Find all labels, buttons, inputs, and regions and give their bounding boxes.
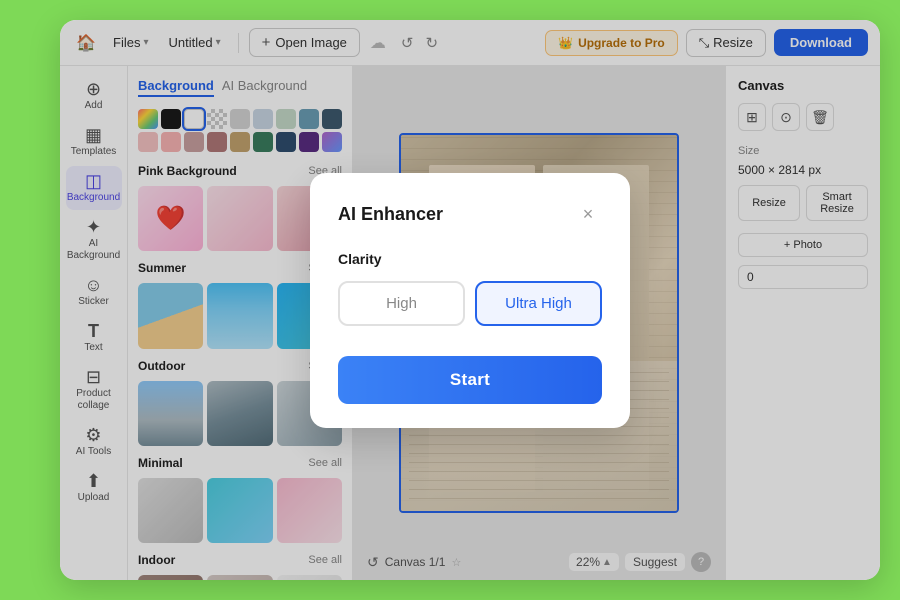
app-window: 🏠 Files ▾ Untitled ▾ + Open Image ☁ ↺ ↻ … [60,20,880,580]
modal-close-button[interactable]: × [574,201,602,229]
clarity-high-button[interactable]: High [338,281,465,326]
modal-title: AI Enhancer [338,204,443,225]
clarity-label: Clarity [338,251,602,267]
modal-overlay[interactable]: AI Enhancer × Clarity High Ultra High St… [60,20,880,580]
clarity-options: High Ultra High [338,281,602,326]
clarity-ultra-high-button[interactable]: Ultra High [475,281,602,326]
ai-enhancer-modal: AI Enhancer × Clarity High Ultra High St… [310,173,630,428]
start-button[interactable]: Start [338,356,602,404]
modal-header: AI Enhancer × [338,201,602,229]
